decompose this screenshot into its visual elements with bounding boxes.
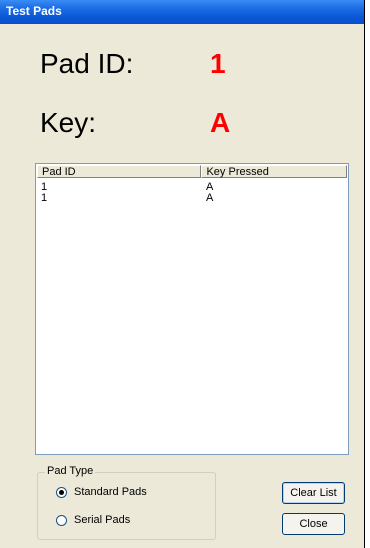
- radio-unselected-icon: [56, 514, 67, 526]
- row-pad-id: 1: [41, 192, 48, 204]
- key-label: Key:: [40, 107, 97, 138]
- serial-pads-label: Serial Pads: [74, 514, 131, 526]
- key-value: A: [210, 107, 231, 138]
- title-bar[interactable]: Test Pads: [0, 0, 366, 24]
- pad-type-group: [37, 472, 216, 540]
- serial-pads-radio[interactable]: Serial Pads: [56, 514, 130, 526]
- list-row[interactable]: 1 A: [41, 182, 341, 193]
- clear-list-button[interactable]: Clear List: [282, 482, 345, 504]
- pad-id-value: 1: [210, 48, 226, 79]
- radio-selected-icon: [56, 486, 67, 498]
- pad-type-title: Pad Type: [45, 465, 96, 477]
- column-header-pad-id[interactable]: Pad ID: [37, 165, 202, 178]
- pad-id-label: Pad ID:: [40, 48, 134, 79]
- list-header: Pad ID Key Pressed: [37, 165, 347, 180]
- test-pads-window: Test Pads Pad ID: 1 Key: A Pad ID Key Pr…: [0, 0, 366, 548]
- list-row[interactable]: 1 A: [41, 193, 341, 204]
- row-key: A: [206, 192, 214, 204]
- close-button[interactable]: Close: [282, 513, 345, 535]
- window-title: Test Pads: [6, 4, 62, 18]
- standard-pads-label: Standard Pads: [74, 486, 147, 498]
- standard-pads-radio[interactable]: Standard Pads: [56, 486, 147, 498]
- column-header-key-pressed[interactable]: Key Pressed: [201, 165, 347, 178]
- window-border: [364, 0, 370, 548]
- key-press-list[interactable]: Pad ID Key Pressed 1 A 1 A: [35, 163, 349, 455]
